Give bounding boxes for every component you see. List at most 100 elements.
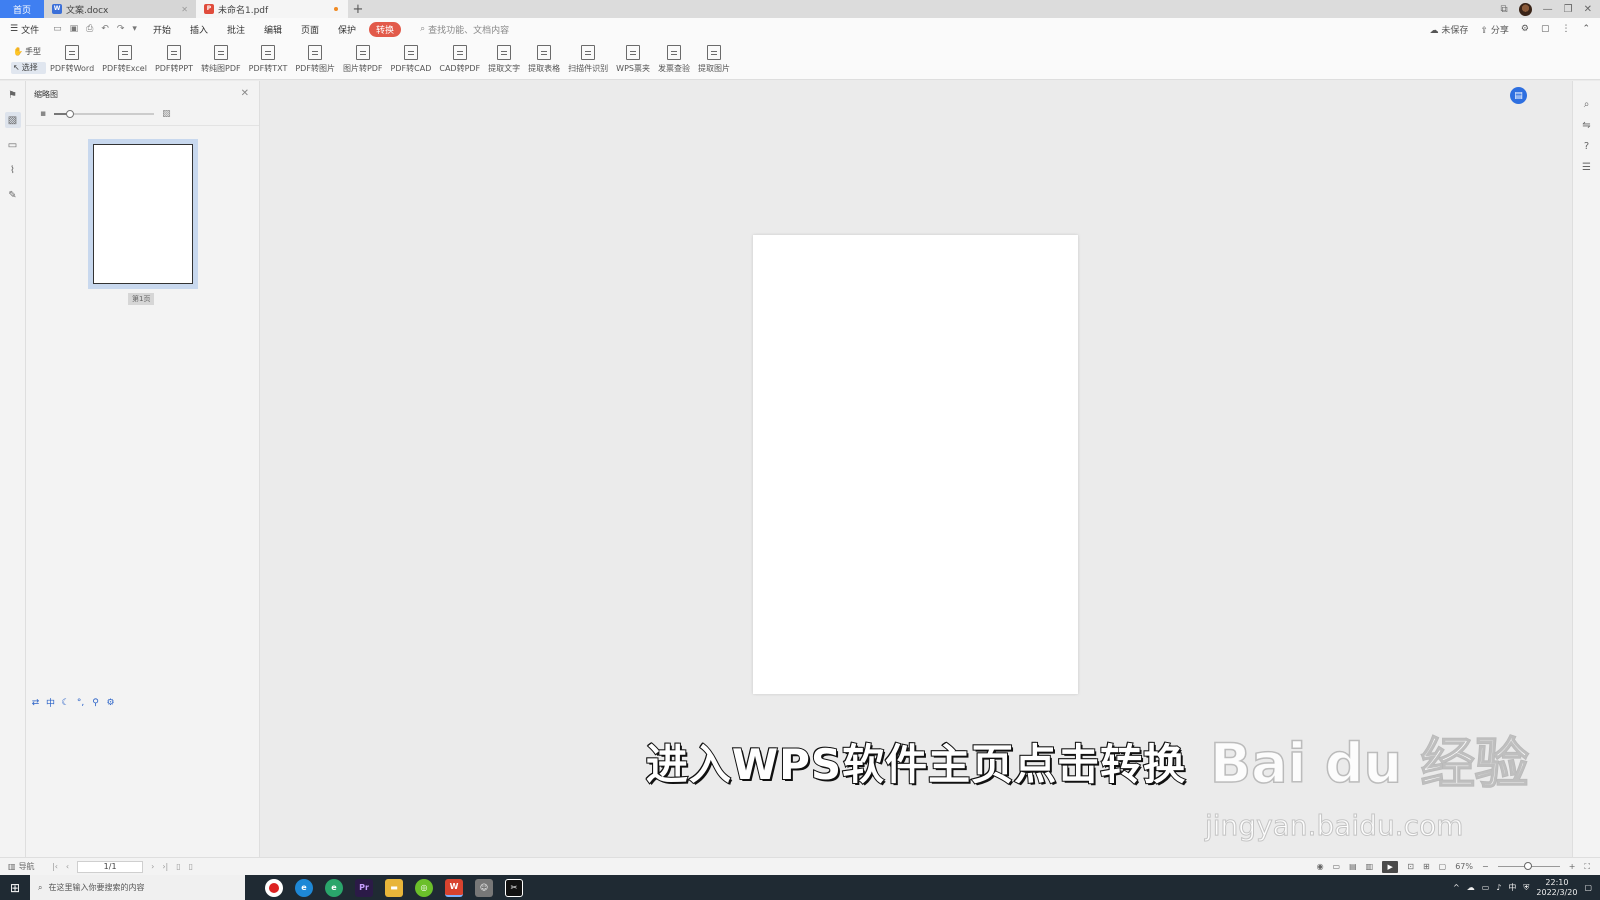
unsaved-status[interactable]: ☁ 未保存: [1430, 23, 1469, 36]
record-app-icon[interactable]: [265, 878, 283, 897]
select-mode-button[interactable]: ↖ 选择: [11, 61, 46, 74]
invoice-check-button[interactable]: 发票查验: [654, 45, 694, 74]
file-explorer-icon[interactable]: ▬: [385, 878, 403, 897]
slider-track[interactable]: [54, 110, 155, 118]
user-app-icon[interactable]: ☺: [475, 878, 493, 897]
image-to-pdf-button[interactable]: 图片转PDF: [339, 45, 387, 74]
zoom-in-icon[interactable]: +: [1569, 862, 1576, 871]
wps-app-icon[interactable]: W: [445, 878, 463, 897]
edge-dev-app-icon[interactable]: e: [325, 878, 343, 897]
tray-ime[interactable]: 中: [1508, 882, 1516, 893]
menu-insert[interactable]: 插入: [190, 23, 208, 36]
close-icon[interactable]: ✕: [241, 88, 249, 99]
menu-convert[interactable]: 转换: [369, 21, 402, 37]
tab-pdf[interactable]: P 未命名1.pdf: [196, 0, 348, 18]
more-icon[interactable]: ⋮: [1561, 24, 1570, 34]
gear-icon[interactable]: ⚙: [105, 697, 116, 708]
minimize-icon[interactable]: —: [1543, 4, 1553, 15]
read-mode-icon[interactable]: ▢: [1439, 862, 1447, 871]
menu-comment[interactable]: 批注: [227, 23, 245, 36]
premiere-app-icon[interactable]: Pr: [355, 878, 373, 897]
help-icon[interactable]: ?: [1584, 141, 1589, 152]
tab-home[interactable]: 首页: [0, 0, 44, 18]
capcut-app-icon[interactable]: ✂: [505, 878, 523, 897]
comment-icon[interactable]: ▢: [1541, 24, 1550, 34]
fullscreen-icon[interactable]: ⛶: [1584, 862, 1590, 872]
pdf-to-excel-button[interactable]: PDF转Excel: [98, 45, 151, 74]
page-number-input[interactable]: 1/1: [77, 860, 144, 873]
adjust-icon[interactable]: ☰: [1582, 162, 1591, 173]
menu-edit[interactable]: 编辑: [264, 23, 282, 36]
share-button[interactable]: ⇪ 分享: [1480, 23, 1508, 36]
pdf-to-cad-button[interactable]: PDF转CAD: [387, 45, 436, 74]
tab-docx[interactable]: W 文案.docx ✕: [44, 0, 196, 18]
pdf-to-txt-button[interactable]: PDF转TXT: [245, 45, 292, 74]
page-thumbnail[interactable]: [88, 139, 198, 289]
browser-app-icon[interactable]: ◎: [415, 878, 433, 897]
continuous-page-icon[interactable]: ▤: [1349, 862, 1357, 871]
avatar[interactable]: [1518, 2, 1532, 16]
undo-icon[interactable]: ↶: [101, 24, 109, 34]
windows-start-icon[interactable]: ⊞: [0, 881, 30, 895]
comment-panel-icon[interactable]: ▭: [5, 137, 21, 153]
translate-icon[interactable]: ⇋: [1582, 120, 1590, 131]
tray-expand-icon[interactable]: ^: [1453, 883, 1460, 892]
ime-switch-icon[interactable]: ⇄: [30, 697, 41, 708]
pdf-to-image-button[interactable]: PDF转图片: [291, 45, 339, 74]
user-icon[interactable]: ⚲: [90, 697, 101, 708]
rotate-left-icon[interactable]: ▯: [176, 862, 180, 871]
last-page-icon[interactable]: ›|: [162, 862, 168, 871]
edge-app-icon[interactable]: e: [295, 878, 313, 897]
fit-page-icon[interactable]: ⊡: [1407, 862, 1414, 871]
file-menu[interactable]: ☰ 文件: [10, 23, 39, 36]
extract-image-button[interactable]: 提取图片: [694, 45, 734, 74]
extract-table-button[interactable]: 提取表格: [524, 45, 564, 74]
clock[interactable]: 22:10 2022/3/20: [1536, 878, 1577, 898]
play-button[interactable]: ▶: [1382, 860, 1399, 873]
zoom-slider[interactable]: [1497, 862, 1560, 870]
menu-protect[interactable]: 保护: [338, 23, 356, 36]
thumbnail-size-slider[interactable]: ▪ ▨: [40, 109, 171, 119]
first-page-icon[interactable]: |‹: [52, 862, 58, 871]
pdf-to-word-button[interactable]: PDF转Word: [46, 45, 98, 74]
pdf-page[interactable]: [753, 235, 1078, 694]
taskbar-search[interactable]: ⌕ 在这里输入你要搜索的内容: [30, 875, 245, 900]
extract-text-button[interactable]: 提取文字: [484, 45, 524, 74]
zoom-knob[interactable]: [1523, 862, 1532, 870]
layout-icon[interactable]: ⧉: [1501, 4, 1508, 15]
navigation-toggle[interactable]: ▥ 导航: [0, 861, 52, 872]
pdf-to-ppt-button[interactable]: PDF转PPT: [151, 45, 197, 74]
collapse-icon[interactable]: ⌃: [1582, 24, 1590, 34]
document-canvas[interactable]: ▤ Bai du 经验 jingyan.baidu.com 进入WPS软件主页点…: [260, 81, 1572, 857]
zoom-out-icon[interactable]: −: [1482, 862, 1489, 871]
close-window-icon[interactable]: ✕: [1584, 4, 1592, 15]
fit-width-icon[interactable]: ⊞: [1423, 862, 1430, 871]
save-icon[interactable]: ▣: [70, 24, 79, 34]
zoom-level[interactable]: 67%: [1455, 862, 1473, 871]
signature-icon[interactable]: ✎: [5, 187, 21, 203]
cad-to-pdf-button[interactable]: CAD转PDF: [435, 45, 484, 74]
defender-icon[interactable]: ⛨: [1523, 883, 1529, 893]
close-icon[interactable]: ✕: [181, 5, 188, 14]
dual-page-icon[interactable]: ▥: [1366, 862, 1374, 871]
wps-ticket-folder-button[interactable]: WPS票夹: [612, 45, 654, 74]
bookmark-icon[interactable]: ⚑: [5, 87, 21, 103]
menu-page[interactable]: 页面: [301, 23, 319, 36]
scan-recognition-button[interactable]: 扫描件识别: [564, 45, 612, 74]
zoom-search-icon[interactable]: ⌕: [1584, 99, 1590, 110]
print-icon[interactable]: ⎙: [86, 24, 93, 34]
notification-icon[interactable]: ▢: [1584, 883, 1592, 892]
settings-icon[interactable]: ⚙: [1521, 24, 1529, 34]
new-tab-button[interactable]: +: [348, 0, 368, 18]
feature-search[interactable]: ⌕ 查找功能、文档内容: [420, 23, 509, 36]
moon-icon[interactable]: ☾: [60, 697, 71, 708]
redo-icon[interactable]: ↷: [117, 24, 125, 34]
slider-knob[interactable]: [66, 110, 75, 118]
punctuation-icon[interactable]: °,: [75, 697, 86, 708]
next-page-icon[interactable]: ›: [151, 862, 154, 871]
attachment-icon[interactable]: ⌇: [5, 162, 21, 178]
ime-lang-button[interactable]: 中: [45, 697, 56, 709]
to-image-pdf-button[interactable]: 转纯图PDF: [197, 45, 245, 74]
rotate-right-icon[interactable]: ▯: [189, 862, 193, 871]
volume-icon[interactable]: ♪: [1496, 883, 1501, 892]
